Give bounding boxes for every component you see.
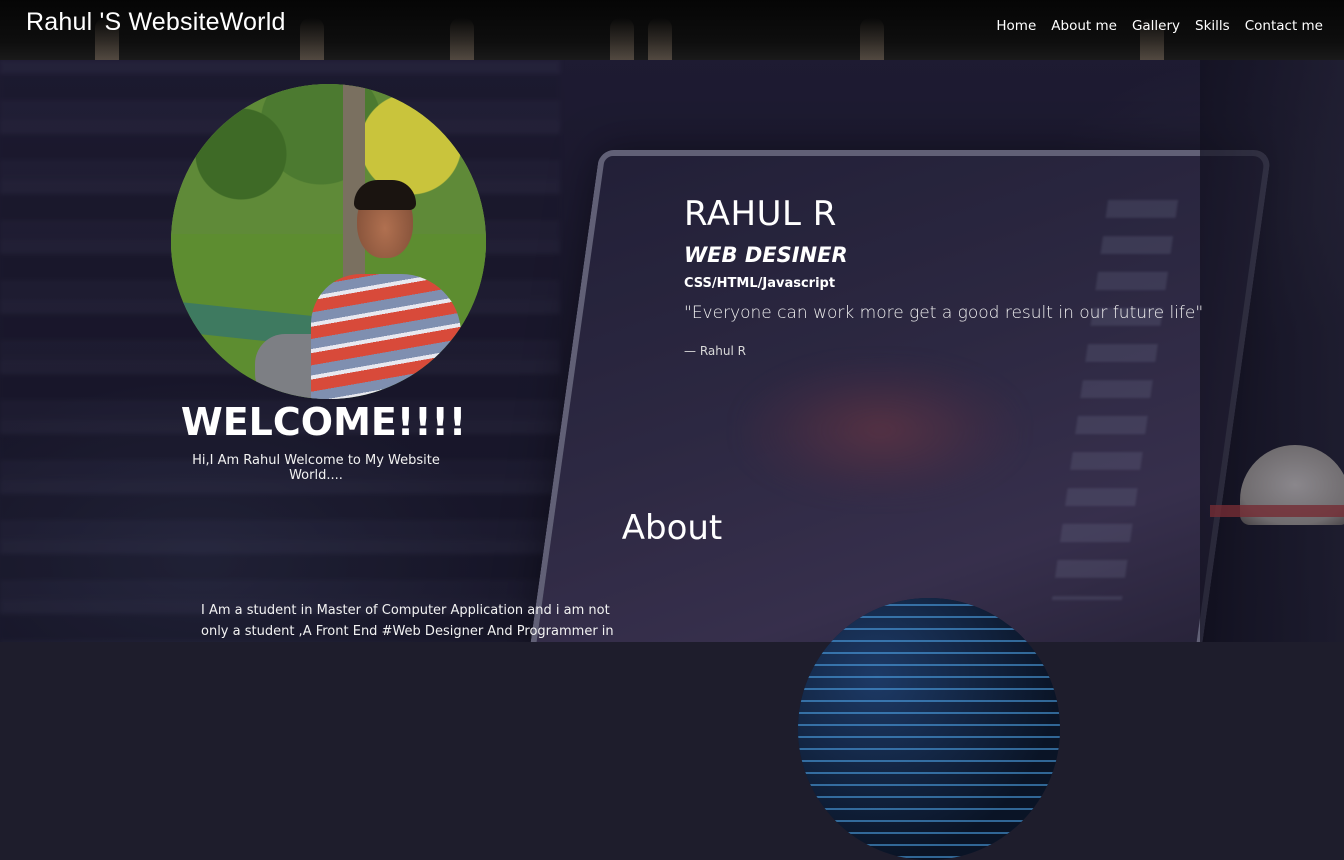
photo-trees: [171, 84, 486, 258]
profile-quote: "Everyone can work more get a good resul…: [684, 303, 1204, 323]
navbar-deco: [450, 18, 474, 60]
nav-link-home[interactable]: Home: [996, 18, 1036, 34]
navbar-deco: [648, 18, 672, 60]
quote-author: — Rahul R: [684, 344, 746, 358]
profile-name: RAHUL R: [684, 194, 837, 234]
nav-menu: Home About me Gallery Skills Contact me: [996, 18, 1323, 34]
welcome-subtitle: Hi,I Am Rahul Welcome to My Website Worl…: [192, 453, 440, 483]
photo-person-shirt: [311, 274, 461, 399]
nav-link-gallery[interactable]: Gallery: [1132, 18, 1180, 34]
about-image: [798, 598, 1060, 860]
navbar-deco: [300, 18, 324, 60]
about-image-code: [798, 598, 1060, 860]
nav-link-contact[interactable]: Contact me: [1245, 18, 1323, 34]
site-brand[interactable]: Rahul 'S WebsiteWorld: [26, 8, 286, 37]
welcome-heading: WELCOME!!!!: [180, 400, 467, 444]
nav-link-about[interactable]: About me: [1051, 18, 1117, 34]
navbar-deco: [860, 18, 884, 60]
navbar-deco: [610, 18, 634, 60]
about-heading: About: [621, 508, 723, 548]
nav-link-skills[interactable]: Skills: [1195, 18, 1230, 34]
navbar: Rahul 'S WebsiteWorld Home About me Gall…: [0, 0, 1344, 60]
about-text: I Am a student in Master of Computer App…: [201, 603, 614, 639]
photo-person-hair: [354, 180, 416, 210]
profile-skills: CSS/HTML/Javascript: [684, 276, 836, 291]
profile-photo: [171, 84, 486, 399]
profile-role: WEB DESINER: [684, 243, 848, 267]
